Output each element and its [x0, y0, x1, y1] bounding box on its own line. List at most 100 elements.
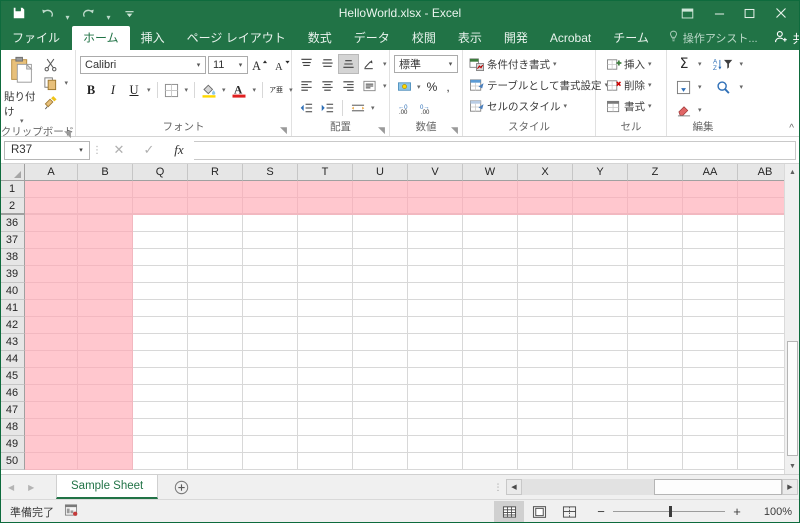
phonetic-guide-icon[interactable]: ア亜: [266, 80, 286, 100]
cell-AA46[interactable]: [683, 385, 738, 402]
column-header-B[interactable]: B: [78, 164, 133, 181]
cell-R41[interactable]: [188, 300, 243, 317]
cell-Y37[interactable]: [573, 232, 628, 249]
redo-dropdown-icon[interactable]: ▾: [103, 0, 114, 27]
cell-A47[interactable]: [25, 402, 78, 419]
cell-AA40[interactable]: [683, 283, 738, 300]
cell-Q2[interactable]: [133, 198, 188, 215]
cell-B43[interactable]: [78, 334, 133, 351]
cell-Q46[interactable]: [133, 385, 188, 402]
row-header-47[interactable]: 47: [0, 402, 25, 419]
cell-Q41[interactable]: [133, 300, 188, 317]
increase-decimal-icon[interactable]: ←0.00: [394, 99, 416, 119]
cell-U44[interactable]: [353, 351, 408, 368]
cell-R37[interactable]: [188, 232, 243, 249]
cell-T2[interactable]: [298, 198, 353, 215]
cell-B50[interactable]: [78, 453, 133, 470]
percent-style-icon[interactable]: %: [424, 77, 441, 97]
tab-view[interactable]: 表示: [447, 26, 493, 50]
cell-A44[interactable]: [25, 351, 78, 368]
sort-filter-icon[interactable]: AZ: [711, 54, 737, 74]
cell-U48[interactable]: [353, 419, 408, 436]
cell-A49[interactable]: [25, 436, 78, 453]
cell-AA49[interactable]: [683, 436, 738, 453]
cell-U36[interactable]: [353, 215, 408, 232]
row-header-38[interactable]: 38: [0, 249, 25, 266]
column-header-AA[interactable]: AA: [683, 164, 738, 181]
cell-R46[interactable]: [188, 385, 243, 402]
cell-X39[interactable]: [518, 266, 573, 283]
cell-T47[interactable]: [298, 402, 353, 419]
cell-S2[interactable]: [243, 198, 298, 215]
cell-B42[interactable]: [78, 317, 133, 334]
scroll-left-icon[interactable]: ◀: [506, 479, 522, 495]
cell-X43[interactable]: [518, 334, 573, 351]
cell-AB2[interactable]: [738, 198, 784, 215]
vertical-scroll-thumb[interactable]: [787, 341, 798, 456]
cell-Y38[interactable]: [573, 249, 628, 266]
cell-B39[interactable]: [78, 266, 133, 283]
horizontal-scroll-track[interactable]: [522, 479, 782, 495]
cell-V47[interactable]: [408, 402, 463, 419]
cell-U50[interactable]: [353, 453, 408, 470]
paste-button[interactable]: 貼り付け ▾: [4, 53, 39, 125]
cell-R50[interactable]: [188, 453, 243, 470]
cell-AA2[interactable]: [683, 198, 738, 215]
sheet-tab-sample-sheet[interactable]: Sample Sheet: [56, 475, 159, 499]
page-layout-view-icon[interactable]: [524, 501, 554, 522]
cell-AB49[interactable]: [738, 436, 784, 453]
cell-Q37[interactable]: [133, 232, 188, 249]
cell-Y45[interactable]: [573, 368, 628, 385]
increase-indent-icon[interactable]: [317, 98, 338, 118]
normal-view-icon[interactable]: [494, 501, 524, 522]
merge-center-dropdown-icon[interactable]: ▾: [368, 105, 378, 112]
font-dialog-launcher-icon[interactable]: ◥: [279, 126, 288, 135]
cell-Q40[interactable]: [133, 283, 188, 300]
cell-AA39[interactable]: [683, 266, 738, 283]
cell-Z38[interactable]: [628, 249, 683, 266]
cell-B1[interactable]: [78, 181, 133, 198]
cell-V43[interactable]: [408, 334, 463, 351]
find-select-dropdown-icon[interactable]: ▾: [737, 84, 747, 91]
name-box-dropdown-icon[interactable]: ▾: [73, 146, 89, 154]
cell-Z48[interactable]: [628, 419, 683, 436]
row-header-44[interactable]: 44: [0, 351, 25, 368]
cell-AA41[interactable]: [683, 300, 738, 317]
copy-icon[interactable]: [39, 74, 61, 93]
cell-X37[interactable]: [518, 232, 573, 249]
cell-U40[interactable]: [353, 283, 408, 300]
format-as-table-button[interactable]: テーブルとして書式設定 ▾: [467, 75, 611, 96]
cell-AA44[interactable]: [683, 351, 738, 368]
cell-AA43[interactable]: [683, 334, 738, 351]
fill-dropdown-icon[interactable]: ▾: [695, 84, 705, 91]
accounting-format-icon[interactable]: [394, 77, 414, 97]
borders-icon[interactable]: [161, 80, 182, 100]
cell-Q45[interactable]: [133, 368, 188, 385]
cell-V46[interactable]: [408, 385, 463, 402]
cell-Z37[interactable]: [628, 232, 683, 249]
customize-qat-icon[interactable]: [116, 2, 142, 24]
font-size-dropdown-icon[interactable]: ▾: [234, 61, 247, 69]
cell-U38[interactable]: [353, 249, 408, 266]
cell-U39[interactable]: [353, 266, 408, 283]
cell-W45[interactable]: [463, 368, 518, 385]
cell-X42[interactable]: [518, 317, 573, 334]
row-header-37[interactable]: 37: [0, 232, 25, 249]
accounting-dropdown-icon[interactable]: ▾: [414, 84, 424, 91]
cell-W40[interactable]: [463, 283, 518, 300]
cell-X45[interactable]: [518, 368, 573, 385]
column-header-T[interactable]: T: [298, 164, 353, 181]
cell-Y46[interactable]: [573, 385, 628, 402]
insert-function-icon[interactable]: fx: [164, 140, 194, 160]
cell-T40[interactable]: [298, 283, 353, 300]
cell-Z41[interactable]: [628, 300, 683, 317]
align-right-icon[interactable]: [338, 76, 359, 96]
row-header-40[interactable]: 40: [0, 283, 25, 300]
row-header-50[interactable]: 50: [0, 453, 25, 470]
cell-U46[interactable]: [353, 385, 408, 402]
cell-Z2[interactable]: [628, 198, 683, 215]
bold-button[interactable]: B: [80, 80, 102, 100]
cell-T49[interactable]: [298, 436, 353, 453]
cell-R1[interactable]: [188, 181, 243, 198]
row-header-49[interactable]: 49: [0, 436, 25, 453]
